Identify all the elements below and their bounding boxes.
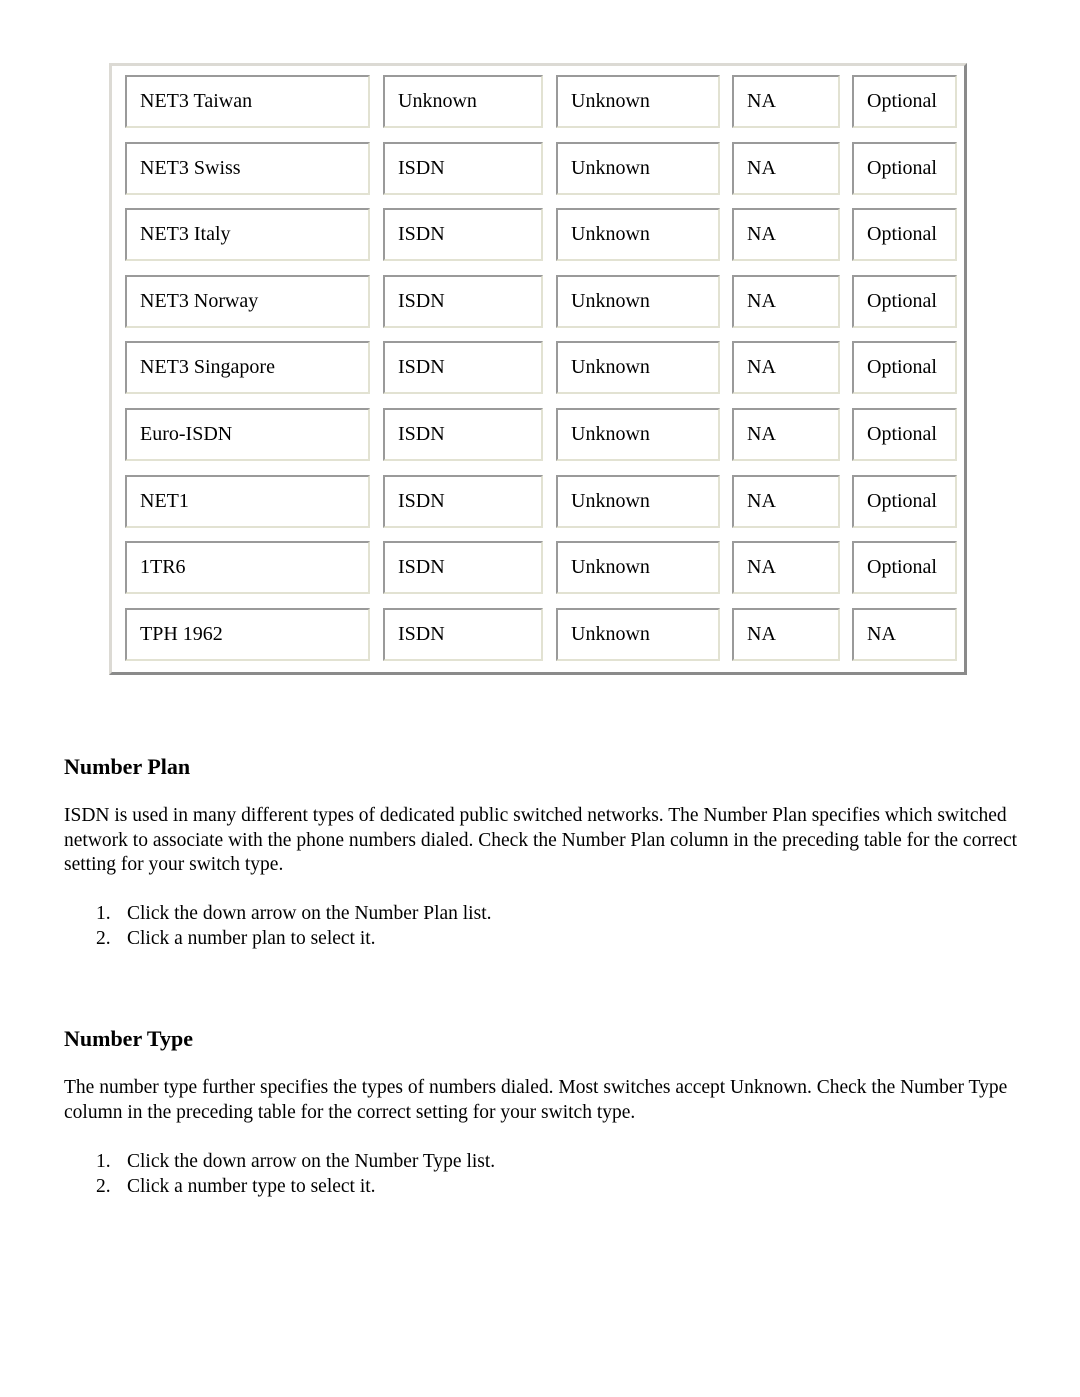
col5-cell: Optional — [852, 341, 957, 394]
number-plan-steps: 1. Click the down arrow on the Number Pla… — [64, 902, 491, 951]
col5-cell: NA — [852, 608, 957, 661]
switch-type-cell: NET3 Singapore — [125, 341, 370, 394]
list-item: 2. Click a number plan to select it. — [64, 927, 491, 952]
col4-cell: NA — [732, 208, 840, 261]
col5-cell: Optional — [852, 275, 957, 328]
switch-type-cell: 1TR6 — [125, 541, 370, 594]
number-type-paragraph: The number type further specifies the ty… — [64, 1077, 1008, 1123]
number-type-cell: Unknown — [556, 541, 720, 594]
switch-type-table: NET3 Taiwan Unknown Unknown NA Optional NET3 … — [109, 63, 967, 675]
col5-cell: Optional — [852, 75, 957, 128]
number-plan-cell: ISDN — [383, 408, 543, 461]
col4-cell: NA — [732, 142, 840, 195]
step-text: Click a number plan to select it. — [127, 927, 376, 949]
number-type-cell: Unknown — [556, 608, 720, 661]
step-text: Click the down arrow on the Number Plan … — [127, 903, 492, 924]
number-plan-cell: ISDN — [383, 275, 543, 328]
col4-cell: NA — [732, 408, 840, 461]
number-type-cell: Unknown — [556, 75, 720, 128]
number-type-cell: Unknown — [556, 475, 720, 528]
list-item: 1. Click the down arrow on the Number Pla… — [64, 902, 491, 927]
number-plan-cell: ISDN — [383, 208, 543, 261]
switch-type-cell: Euro-ISDN — [125, 408, 370, 461]
col5-cell: Optional — [852, 208, 957, 261]
number-plan-cell: ISDN — [383, 608, 543, 661]
col4-cell: NA — [732, 475, 840, 528]
switch-type-cell: TPH 1962 — [125, 608, 370, 661]
switch-type-cell: NET3 Norway — [125, 275, 370, 328]
number-type-heading: Number Type — [64, 1026, 193, 1051]
number-plan-cell: ISDN — [383, 475, 543, 528]
list-item: 2. Click a number type to select it. — [64, 1175, 495, 1200]
number-type-cell: Unknown — [556, 275, 720, 328]
switch-type-cell: NET3 Taiwan — [125, 75, 370, 128]
switch-type-cell: NET3 Italy — [125, 208, 370, 261]
step-number: 2. — [96, 1175, 111, 1197]
col5-cell: Optional — [852, 541, 957, 594]
step-text: Click the down arrow on the Number Type … — [127, 1151, 496, 1172]
step-number: 1. — [96, 1151, 111, 1172]
col5-cell: Optional — [852, 408, 957, 461]
switch-type-cell: NET3 Swiss — [125, 142, 370, 195]
col4-cell: NA — [732, 341, 840, 394]
step-text: Click a number type to select it. — [127, 1175, 376, 1197]
number-plan-cell: Unknown — [383, 75, 543, 128]
switch-type-cell: NET1 — [125, 475, 370, 528]
number-type-cell: Unknown — [556, 208, 720, 261]
number-type-steps: 1. Click the down arrow on the Number Typ… — [64, 1150, 495, 1199]
col4-cell: NA — [732, 275, 840, 328]
col5-cell: Optional — [852, 475, 957, 528]
number-plan-heading: Number Plan — [64, 754, 191, 779]
step-number: 1. — [96, 903, 111, 924]
list-item: 1. Click the down arrow on the Number Typ… — [64, 1150, 495, 1175]
number-plan-cell: ISDN — [383, 341, 543, 394]
number-type-cell: Unknown — [556, 408, 720, 461]
number-type-cell: Unknown — [556, 341, 720, 394]
step-number: 2. — [96, 927, 111, 949]
number-plan-paragraph: ISDN is used in many different types of … — [64, 805, 1018, 875]
col5-cell: Optional — [852, 142, 957, 195]
col4-cell: NA — [732, 75, 840, 128]
col4-cell: NA — [732, 608, 840, 661]
col4-cell: NA — [732, 541, 840, 594]
number-plan-cell: ISDN — [383, 142, 543, 195]
number-plan-cell: ISDN — [383, 541, 543, 594]
number-type-cell: Unknown — [556, 142, 720, 195]
